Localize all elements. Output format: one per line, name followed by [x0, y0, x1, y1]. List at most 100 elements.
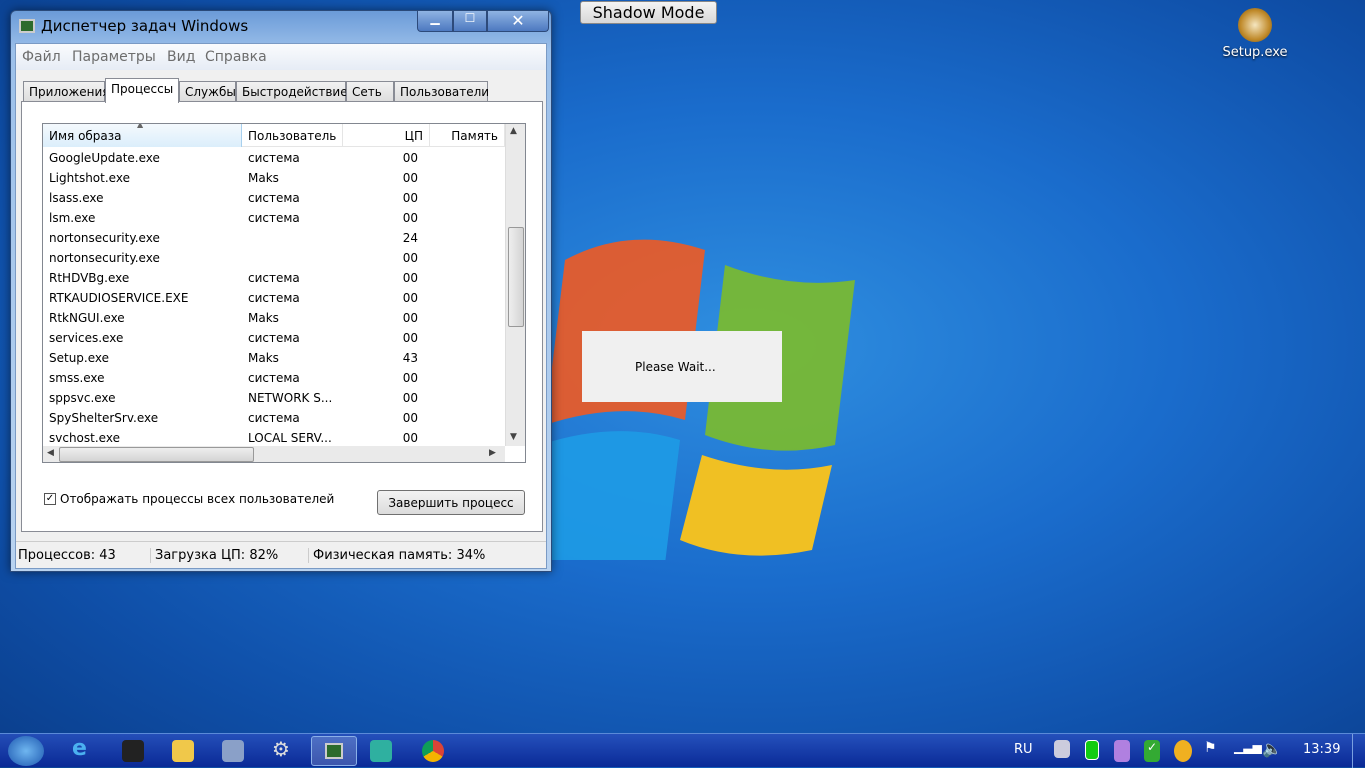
action-center-flag-icon[interactable]: ⚑ [1204, 740, 1220, 762]
process-name: lsm.exe [49, 211, 96, 225]
language-indicator[interactable]: RU [1014, 742, 1033, 757]
task-manager-window: Диспетчер задач Windows ▁ ☐ ✕ Файл Парам… [10, 10, 552, 572]
column-memory[interactable]: Память [430, 124, 505, 147]
desktop-icon-setup[interactable]: Setup.exe [1215, 8, 1295, 68]
table-row[interactable]: Lightshot.exe Maks 00 [43, 168, 505, 188]
status-cpu: Загрузка ЦП: 82% [150, 548, 278, 563]
menu-options[interactable]: Параметры [72, 49, 156, 65]
scroll-right-arrow[interactable]: ▶ [489, 448, 496, 458]
tray-app-icon[interactable] [1054, 740, 1070, 758]
maximize-button[interactable]: ☐ [453, 11, 487, 32]
table-row[interactable]: services.exe система 00 [43, 328, 505, 348]
taskbar-task-manager[interactable] [311, 736, 357, 766]
battery-icon[interactable] [1085, 740, 1099, 760]
table-row[interactable]: GoogleUpdate.exe система 00 [43, 148, 505, 168]
network-signal-icon[interactable]: ▁▃▅ [1234, 740, 1262, 762]
processes-panel: Имя образа ▲ Пользователь ЦП Память Googl… [21, 101, 543, 532]
show-all-users-label: Отображать процессы всех пользователей [60, 492, 335, 506]
process-user: система [248, 371, 300, 385]
window-client: Файл Параметры Вид Справка Приложения Пр… [15, 43, 547, 569]
please-wait-dialog: Please Wait... [582, 331, 782, 402]
vertical-scrollbar[interactable]: ▲ ▼ [505, 124, 525, 446]
scroll-left-arrow[interactable]: ◀ [47, 448, 54, 458]
process-name: nortonsecurity.exe [49, 251, 160, 265]
menu-view[interactable]: Вид [167, 49, 195, 65]
tab-network[interactable]: Сеть [346, 81, 394, 102]
table-row[interactable]: smss.exe система 00 [43, 368, 505, 388]
start-button[interactable] [8, 736, 44, 766]
process-name: RtHDVBg.exe [49, 271, 130, 285]
shadow-mode-button[interactable]: Shadow Mode [580, 1, 717, 24]
process-name: Setup.exe [49, 351, 110, 365]
table-row[interactable]: lsm.exe система 00 [43, 208, 505, 228]
show-desktop-button[interactable] [1352, 734, 1365, 768]
process-list[interactable]: Имя образа ▲ Пользователь ЦП Память Googl… [42, 123, 526, 463]
table-row[interactable]: nortonsecurity.exe 24 [43, 228, 505, 248]
explorer-folder-icon[interactable] [172, 740, 194, 762]
column-user[interactable]: Пользователь [242, 124, 343, 147]
status-memory: Физическая память: 34% [308, 548, 485, 563]
process-cpu: 00 [402, 391, 418, 405]
app-icon[interactable] [370, 740, 392, 762]
taskbar: e ⚙ RU ✓ ⚑ ▁▃▅ 🔈 13:39 [0, 733, 1365, 768]
process-user: система [248, 191, 300, 205]
process-user: система [248, 211, 300, 225]
feather-icon[interactable] [1114, 740, 1130, 762]
menu-help[interactable]: Справка [205, 49, 267, 65]
horizontal-scrollbar[interactable]: ◀ ▶ [43, 446, 505, 462]
table-row[interactable]: svchost.exe LOCAL SERV... 00 [43, 428, 505, 448]
tab-applications[interactable]: Приложения [23, 81, 110, 102]
title-bar[interactable]: Диспетчер задач Windows ▁ ☐ ✕ [11, 11, 551, 43]
scroll-thumb[interactable] [508, 227, 524, 327]
process-user: система [248, 151, 300, 165]
table-row[interactable]: RtHDVBg.exe система 00 [43, 268, 505, 288]
tab-users[interactable]: Пользователи [394, 81, 489, 102]
clock[interactable]: 13:39 [1303, 742, 1340, 757]
gear-icon[interactable]: ⚙ [272, 737, 294, 761]
process-user: Maks [248, 351, 279, 365]
table-row[interactable]: lsass.exe система 00 [43, 188, 505, 208]
scroll-down-arrow[interactable]: ▼ [510, 432, 517, 442]
process-user: Maks [248, 311, 279, 325]
close-button[interactable]: ✕ [487, 11, 549, 32]
security-warning-icon[interactable] [1174, 740, 1192, 762]
table-row[interactable]: Setup.exe Maks 43 [43, 348, 505, 368]
tab-services[interactable]: Службы [179, 81, 236, 102]
process-name: services.exe [49, 331, 124, 345]
tab-performance[interactable]: Быстродействие [236, 81, 348, 102]
table-row[interactable]: RTKAUDIOSERVICE.EXE система 00 [43, 288, 505, 308]
volume-icon[interactable]: 🔈 [1262, 739, 1282, 761]
network-app-icon[interactable] [222, 740, 244, 762]
status-bar: Процессов: 43 Загрузка ЦП: 82% Физическа… [16, 541, 546, 568]
table-row[interactable]: RtkNGUI.exe Maks 00 [43, 308, 505, 328]
column-cpu[interactable]: ЦП [343, 124, 430, 147]
status-processes: Процессов: 43 [18, 548, 116, 563]
process-cpu: 00 [402, 371, 418, 385]
window-title: Диспетчер задач Windows [41, 17, 249, 35]
norton-shield-icon[interactable]: ✓ [1144, 740, 1160, 762]
spy-app-icon[interactable] [122, 740, 144, 762]
show-all-users-checkbox[interactable]: ✓ [44, 493, 56, 505]
chrome-icon[interactable] [422, 740, 444, 762]
sort-up-icon: ▲ [137, 123, 144, 129]
process-name: Lightshot.exe [49, 171, 130, 185]
table-row[interactable]: SpyShelterSrv.exe система 00 [43, 408, 505, 428]
internet-explorer-icon[interactable]: e [72, 736, 94, 761]
process-name: SpyShelterSrv.exe [49, 411, 159, 425]
menu-file[interactable]: Файл [22, 49, 61, 65]
list-header: Имя образа ▲ Пользователь ЦП Память [43, 124, 505, 147]
tab-processes[interactable]: Процессы [105, 78, 179, 103]
process-user: LOCAL SERV... [248, 431, 332, 445]
process-user: система [248, 411, 300, 425]
column-image-name[interactable]: Имя образа ▲ [43, 124, 242, 147]
process-name: RtkNGUI.exe [49, 311, 125, 325]
process-name: svchost.exe [49, 431, 120, 445]
scroll-up-arrow[interactable]: ▲ [510, 126, 517, 136]
minimize-button[interactable]: ▁ [417, 11, 453, 32]
process-cpu: 00 [402, 291, 418, 305]
hscroll-thumb[interactable] [59, 447, 254, 462]
end-process-button[interactable]: Завершить процесс [377, 490, 525, 515]
table-row[interactable]: sppsvc.exe NETWORK S... 00 [43, 388, 505, 408]
process-user: система [248, 291, 300, 305]
table-row[interactable]: nortonsecurity.exe 00 [43, 248, 505, 268]
